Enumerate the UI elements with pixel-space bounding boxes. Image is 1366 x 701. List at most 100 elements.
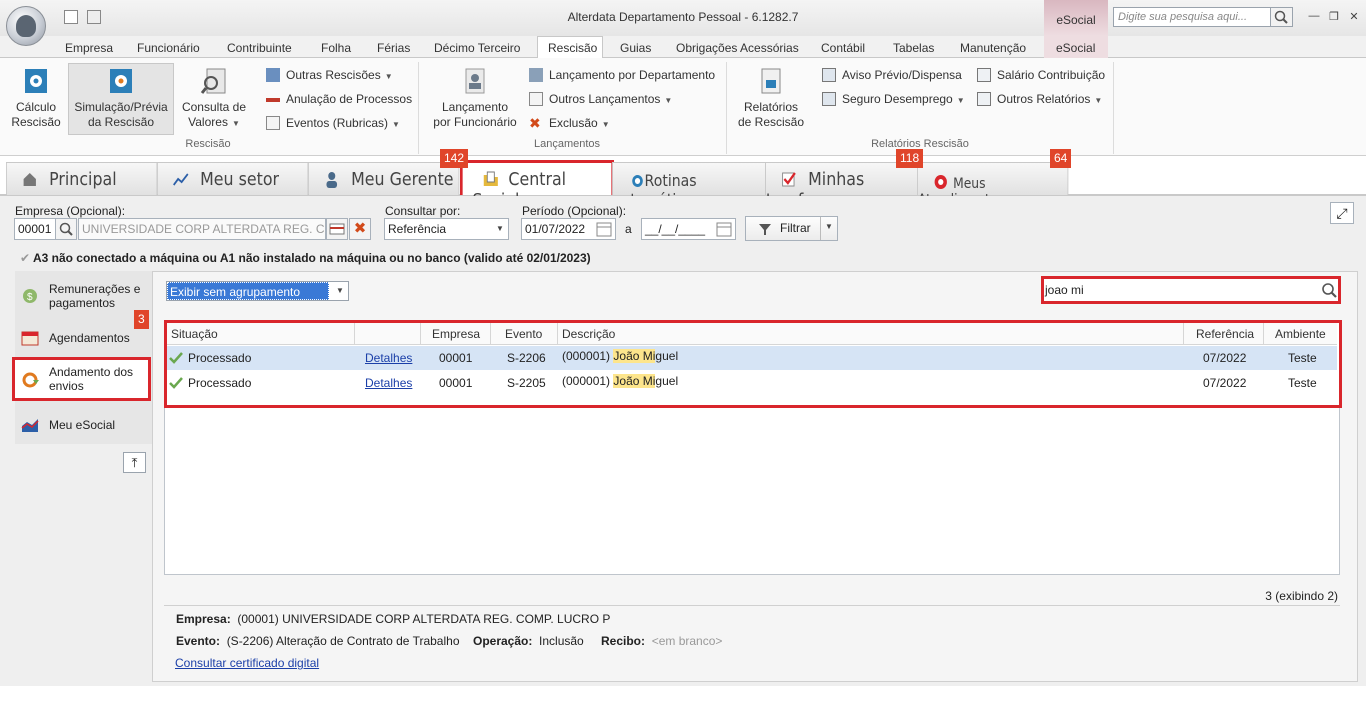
tab-empresa[interactable]: Empresa bbox=[65, 41, 113, 55]
tab-central-esocial[interactable]: Central eSocial bbox=[460, 160, 614, 211]
exclusao-button[interactable]: ✖ Exclusão ▼ bbox=[529, 114, 610, 132]
global-search-input[interactable]: Digite sua pesquisa aqui... bbox=[1113, 7, 1293, 27]
tab-contribuinte[interactable]: Contribuinte bbox=[227, 41, 292, 55]
checkbox-icon bbox=[782, 172, 796, 187]
nav-remuneracoes[interactable]: $ Remunerações e pagamentos bbox=[15, 276, 151, 316]
calendar-icon[interactable] bbox=[715, 220, 733, 238]
user-icon bbox=[16, 15, 36, 37]
nav-meu-esocial[interactable]: Meu eSocial bbox=[15, 405, 151, 445]
simulacao-rescisao-button[interactable]: Simulação/Prévia da Rescisão bbox=[70, 66, 172, 130]
chevron-down-icon[interactable]: ▼ bbox=[492, 219, 508, 239]
context-tab-esocial: eSocial bbox=[1044, 0, 1108, 36]
tab-folha[interactable]: Folha bbox=[321, 41, 351, 55]
empresa-code-input[interactable]: 00001 bbox=[14, 218, 56, 240]
tab-principal[interactable]: Principal bbox=[6, 162, 158, 195]
ribbon-separator bbox=[726, 62, 727, 154]
minimize-icon[interactable]: — bbox=[1306, 10, 1322, 24]
tab-rotinas-automaticas[interactable]: Rotinas automáticas bbox=[612, 162, 766, 209]
tab-esocial[interactable]: eSocial bbox=[1056, 41, 1095, 55]
ribbon-separator bbox=[418, 62, 419, 154]
money-icon: $ bbox=[23, 289, 37, 303]
seguro-desemprego-button[interactable]: Seguro Desemprego ▼ bbox=[822, 90, 965, 108]
report-icon bbox=[761, 68, 781, 94]
magnifier-document-icon bbox=[200, 68, 226, 94]
grid-search-input[interactable]: joao mi bbox=[1044, 279, 1320, 301]
filtrar-button[interactable]: Filtrar ▼ bbox=[745, 216, 838, 241]
consulta-valores-button[interactable]: Consulta de Valores ▼ bbox=[178, 66, 250, 131]
tab-decimo-terceiro[interactable]: Décimo Terceiro bbox=[434, 41, 520, 55]
anulacao-processos-button[interactable]: Anulação de Processos bbox=[266, 90, 412, 108]
lancamento-funcionario-button[interactable]: Lançamento por Funcionário bbox=[430, 66, 520, 130]
list-icon bbox=[266, 116, 280, 130]
empresa-list-button[interactable] bbox=[326, 218, 348, 240]
home-icon bbox=[23, 173, 36, 186]
badge-agendamentos: 3 bbox=[134, 310, 149, 329]
tab-rescisao[interactable]: Rescisão bbox=[548, 41, 597, 55]
area-chart-icon bbox=[21, 419, 39, 432]
table-icon bbox=[529, 92, 543, 106]
simulation-gear-icon bbox=[110, 69, 132, 93]
empresa-search-button[interactable] bbox=[55, 218, 77, 240]
app-menu-button[interactable] bbox=[6, 6, 46, 46]
tab-tabelas[interactable]: Tabelas bbox=[893, 41, 934, 55]
pin-icon[interactable]: ⤒ bbox=[123, 452, 146, 473]
ribbon-separator bbox=[1113, 62, 1114, 154]
table-icon bbox=[329, 223, 345, 235]
tab-meu-gerente[interactable]: Meu Gerente bbox=[308, 162, 460, 195]
grouping-value[interactable]: Exibir sem agrupamento bbox=[167, 282, 329, 300]
svg-text:$: $ bbox=[27, 292, 33, 303]
tab-ferias[interactable]: Férias bbox=[377, 41, 410, 55]
x-icon: ✖ bbox=[529, 115, 541, 131]
periodo-label: Período (Opcional): bbox=[522, 204, 627, 218]
certificate-warning: ✔ A3 não conectado a máquina ou A1 não i… bbox=[20, 251, 591, 265]
empresa-label: Empresa (Opcional): bbox=[15, 204, 126, 218]
tab-guias[interactable]: Guias bbox=[620, 41, 651, 55]
consultar-certificado-link[interactable]: Consultar certificado digital bbox=[175, 656, 319, 670]
document-icon bbox=[977, 92, 991, 106]
empresa-name-field: UNIVERSIDADE CORP ALTERDATA REG. COMP bbox=[78, 218, 326, 240]
relatorios-rescisao-button[interactable]: Relatórios de Rescisão bbox=[734, 66, 808, 130]
periodo-separator: a bbox=[625, 222, 632, 236]
document-icon bbox=[977, 68, 991, 82]
outras-rescisoes-button[interactable]: Outras Rescisões ▼ bbox=[266, 66, 393, 84]
search-icon bbox=[59, 222, 73, 236]
detail-empresa: Empresa: (00001) UNIVERSIDADE CORP ALTER… bbox=[176, 612, 611, 626]
consultar-select[interactable]: Referência bbox=[384, 218, 509, 240]
badge-meu-gerente: 142 bbox=[440, 149, 469, 168]
calculator-gear-icon bbox=[25, 69, 47, 93]
calendar-icon[interactable] bbox=[595, 220, 613, 238]
detail-evento: Evento: (S-2206) Alteração de Contrato d… bbox=[176, 634, 460, 648]
tab-manutencao[interactable]: Manutenção bbox=[960, 41, 1026, 55]
close-icon[interactable]: ✕ bbox=[1346, 10, 1362, 24]
documents-icon bbox=[266, 68, 280, 82]
restore-icon[interactable]: ❐ bbox=[1326, 10, 1342, 24]
lifebuoy-icon bbox=[934, 175, 947, 189]
tab-obrigacoes[interactable]: Obrigações Acessórias bbox=[676, 41, 799, 55]
tab-funcionario[interactable]: Funcionário bbox=[137, 41, 200, 55]
tab-meus-atendimentos[interactable]: Meus Atendimentos bbox=[917, 162, 1069, 208]
chevron-down-icon[interactable]: ▼ bbox=[332, 282, 348, 300]
lancamento-departamento-button[interactable]: Lançamento por Departamento bbox=[529, 66, 715, 84]
salario-contribuicao-button[interactable]: Salário Contribuição bbox=[977, 66, 1105, 84]
outros-lancamentos-button[interactable]: Outros Lançamentos ▼ bbox=[529, 90, 672, 108]
calendar-icon bbox=[21, 331, 39, 346]
divider bbox=[164, 605, 1340, 606]
consultar-label: Consultar por: bbox=[385, 204, 461, 218]
expand-icon[interactable]: ⤢ bbox=[1330, 202, 1354, 224]
calculo-rescisao-button[interactable]: Cálculo Rescisão bbox=[10, 66, 62, 130]
nav-andamento-envios[interactable]: Andamento dos envios bbox=[12, 357, 151, 401]
nav-agendamentos[interactable]: Agendamentos bbox=[15, 318, 151, 358]
record-count: 3 (exibindo 2) bbox=[1265, 589, 1338, 603]
search-icon bbox=[1274, 10, 1288, 24]
outros-relatorios-button[interactable]: Outros Relatórios ▼ bbox=[977, 90, 1102, 108]
tab-contabil[interactable]: Contábil bbox=[821, 41, 865, 55]
aviso-previo-button[interactable]: Aviso Prévio/Dispensa bbox=[822, 66, 962, 84]
tab-meu-setor[interactable]: Meu setor bbox=[157, 162, 309, 195]
search-button[interactable] bbox=[1270, 7, 1293, 27]
refresh-arrows-icon bbox=[22, 372, 39, 388]
eventos-rubricas-button[interactable]: Eventos (Rubricas) ▼ bbox=[266, 114, 400, 132]
clear-icon[interactable]: ✖ bbox=[349, 218, 371, 240]
chevron-down-icon[interactable]: ▼ bbox=[825, 222, 833, 231]
search-icon[interactable] bbox=[1319, 279, 1339, 301]
badge-minhas-tarefas: 118 bbox=[896, 149, 924, 168]
